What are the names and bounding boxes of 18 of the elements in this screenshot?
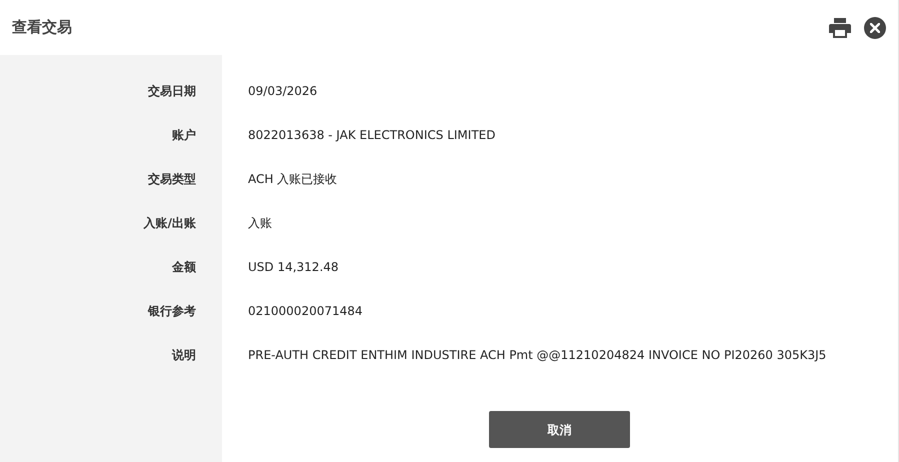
field-value: ACH 入账已接收 — [248, 172, 338, 186]
field-value: USD 14,312.48 — [248, 260, 339, 274]
field-value: 入账 — [248, 216, 272, 230]
field-label: 入账/出账 — [144, 216, 196, 230]
dialog-title: 查看交易 — [12, 17, 72, 38]
field-label: 交易类型 — [148, 172, 196, 186]
field-label: 银行参考 — [148, 304, 196, 318]
field-value: 09/03/2026 — [248, 84, 318, 98]
field-value: PRE-AUTH CREDIT ENTHIM INDUSTIRE ACH Pmt @@11210204824 INVOICE NO PI20260 305K3J5 — [248, 348, 826, 362]
field-value: 8022013638 - JAK ELECTRONICS LIMITED — [248, 128, 496, 142]
field-label: 账户 — [172, 128, 196, 142]
close-icon[interactable] — [864, 16, 886, 38]
field-value: 021000020071484 — [248, 304, 363, 318]
field-label: 说明 — [172, 348, 196, 362]
cancel-button[interactable]: 取消 — [489, 411, 630, 448]
print-icon[interactable] — [828, 16, 852, 38]
field-label: 金额 — [172, 260, 196, 274]
field-label: 交易日期 — [148, 84, 196, 98]
